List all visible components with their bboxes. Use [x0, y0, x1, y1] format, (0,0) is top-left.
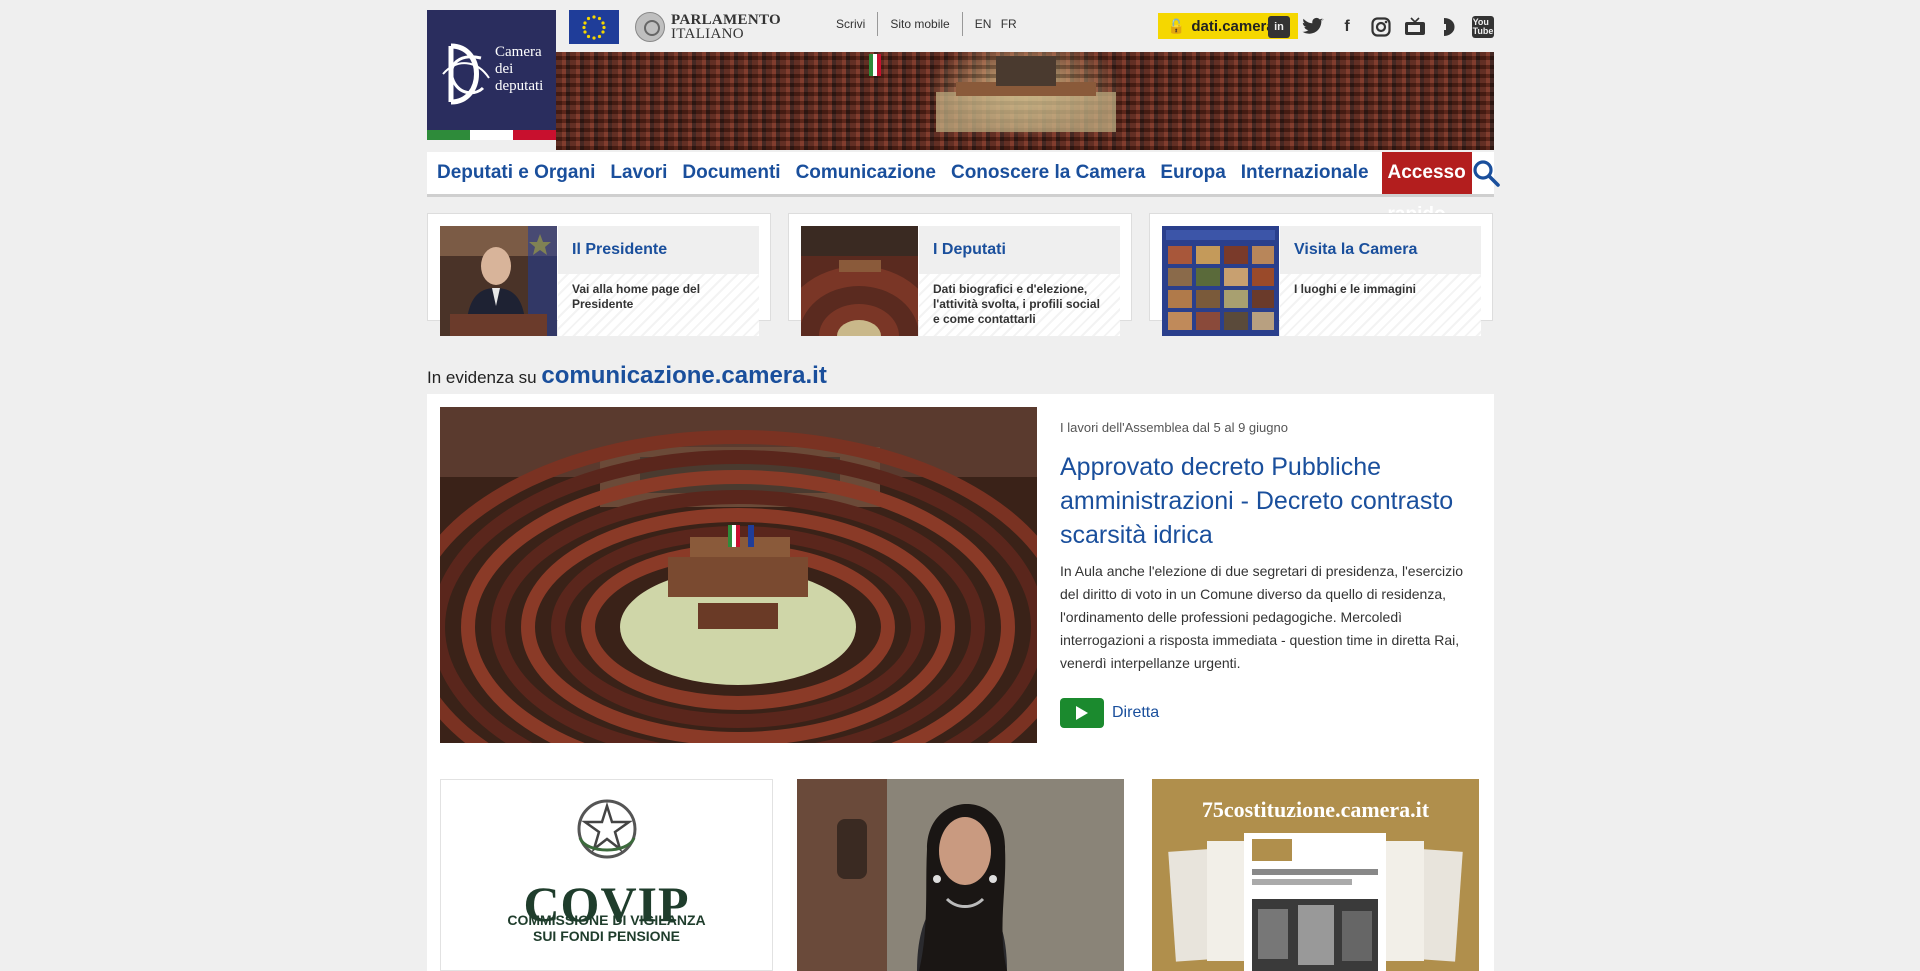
italian-flag-stripe	[427, 130, 556, 140]
eu-flag-icon[interactable]	[569, 10, 619, 44]
covip-tile[interactable]: COVIP COMMISSIONE DI VIGILANZA SUI FONDI…	[440, 779, 773, 971]
social-links: in f You Tube	[1268, 16, 1494, 38]
search-icon	[1473, 160, 1500, 187]
play-icon	[1060, 698, 1104, 728]
deputati-photo	[801, 226, 918, 336]
comunicazione-link[interactable]: comunicazione.camera.it	[541, 362, 826, 389]
diretta-button[interactable]: Diretta	[1060, 698, 1159, 728]
italiano-line: ITALIANO	[671, 26, 744, 42]
facebook-icon[interactable]: f	[1336, 16, 1358, 38]
nav-lavori[interactable]: Lavori	[600, 152, 672, 194]
card-title: Visita la Camera	[1280, 226, 1481, 274]
covip-line: SUI FONDI PENSIONE	[532, 928, 681, 944]
covip-emblem-icon	[577, 799, 637, 859]
open-lock-icon: 🔓	[1167, 17, 1186, 34]
diretta-label: Diretta	[1112, 704, 1160, 721]
quick-cards: Il Presidente Vai alla home page del Pre…	[427, 213, 1494, 336]
sito-mobile-link[interactable]: Sito mobile	[878, 12, 963, 36]
camera-monogram-icon	[442, 43, 490, 105]
logo-line: Camera	[495, 44, 542, 60]
main-nav: Deputati e Organi Lavori Documenti Comun…	[427, 152, 1500, 225]
republic-emblem-icon	[635, 12, 665, 42]
logo-text: Camera dei deputati	[495, 44, 543, 95]
card-deputati[interactable]: I Deputati Dati biografici e d'elezione,…	[788, 213, 1132, 336]
covip-line: COMMISSIONE DI VIGILANZA	[507, 912, 706, 928]
covip-subtitle: COMMISSIONE DI VIGILANZA SUI FONDI PENSI…	[441, 912, 772, 944]
card-title: Il Presidente	[558, 226, 759, 274]
news-summary: In Aula anche l'elezione di due segretar…	[1060, 563, 1464, 671]
linkedin-icon[interactable]: in	[1268, 16, 1290, 38]
costituzione-75-tile[interactable]: 75costituzione.camera.it	[1152, 779, 1479, 971]
nav-europa[interactable]: Europa	[1150, 152, 1230, 194]
card-visita-camera[interactable]: Visita la Camera I luoghi e le immagini	[1149, 213, 1493, 336]
top-bar: PARLAMENTO ITALIANO Scrivi Sito mobile E…	[569, 10, 1494, 44]
parlamento-line: PARLAMENTO	[671, 12, 781, 28]
in-evidenza-heading: In evidenza su comunicazione.camera.it	[427, 362, 827, 390]
accesso-rapido-button[interactable]: Accesso rapido	[1381, 152, 1472, 225]
camera-logo[interactable]: Camera dei deputati	[427, 10, 556, 140]
logo-line: dei	[495, 61, 514, 77]
twitter-icon[interactable]	[1302, 16, 1324, 38]
instagram-icon[interactable]	[1370, 16, 1392, 38]
card-presidente[interactable]: Il Presidente Vai alla home page del Pre…	[427, 213, 771, 336]
card-description: Vai alla home page del Presidente	[558, 274, 759, 336]
aula-hemicycle-image[interactable]	[440, 407, 1037, 743]
presidente-photo	[440, 226, 557, 336]
nav-documenti[interactable]: Documenti	[672, 152, 785, 194]
scrivi-link[interactable]: Scrivi	[824, 12, 879, 36]
webtv-icon[interactable]	[1438, 16, 1460, 38]
evidenza-prefix: In evidenza su	[427, 368, 537, 387]
card-title: I Deputati	[919, 226, 1120, 274]
search-button[interactable]	[1472, 152, 1500, 194]
deputy-portrait-tile[interactable]	[797, 779, 1124, 971]
news-headline-link[interactable]: Approvato decreto Pubbliche amministrazi…	[1060, 450, 1480, 552]
language-switch[interactable]: EN FR	[963, 12, 1029, 36]
logo-line: deputati	[495, 78, 544, 94]
aula-banner-image	[556, 52, 1494, 150]
news-kicker: I lavori dell'Assemblea dal 5 al 9 giugn…	[1060, 420, 1288, 435]
parlamento-italiano-link[interactable]: PARLAMENTO ITALIANO	[635, 10, 781, 44]
top-links: Scrivi Sito mobile EN FR	[824, 12, 1029, 36]
visita-photo	[1162, 226, 1279, 336]
nav-conoscere-camera[interactable]: Conoscere la Camera	[941, 152, 1150, 194]
card-description: I luoghi e le immagini	[1280, 274, 1481, 336]
parlamento-text: PARLAMENTO ITALIANO	[671, 12, 781, 42]
nav-internazionale[interactable]: Internazionale	[1231, 152, 1374, 194]
featured-news: I lavori dell'Assemblea dal 5 al 9 giugn…	[427, 394, 1494, 971]
card-description: Dati biografici e d'elezione, l'attività…	[919, 274, 1120, 336]
nav-deputati-organi[interactable]: Deputati e Organi	[427, 152, 600, 194]
tv-icon[interactable]	[1404, 16, 1426, 38]
nav-comunicazione[interactable]: Comunicazione	[786, 152, 941, 194]
youtube-icon[interactable]: You Tube	[1472, 16, 1494, 38]
